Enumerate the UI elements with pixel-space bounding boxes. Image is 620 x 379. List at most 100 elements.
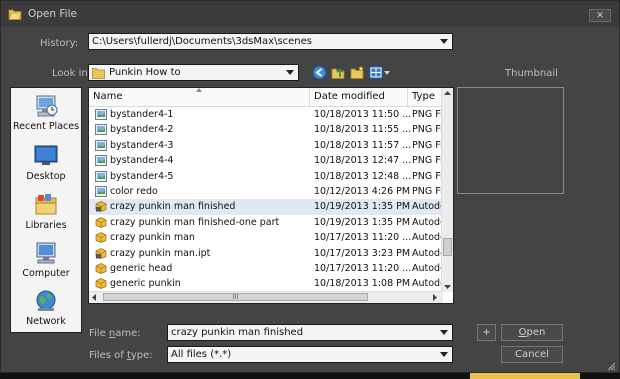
files-of-type-label: Files of type:	[89, 350, 153, 361]
resize-grip-icon[interactable]	[607, 362, 616, 371]
cancel-button[interactable]: Cancel	[501, 346, 563, 363]
file-name: bystander4-2	[110, 124, 174, 136]
file-type: PNG File	[412, 109, 442, 120]
file-name: bystander4-1	[110, 109, 174, 120]
file-name: color redo	[110, 185, 158, 197]
add-button[interactable]: +	[477, 324, 496, 341]
history-value: C:\Users\fullerdj\Documents\3dsMax\scene…	[92, 36, 312, 47]
file-name: crazy punkin man.ipt	[110, 247, 211, 259]
scroll-down-icon[interactable]	[444, 285, 451, 289]
vertical-scrollbar[interactable]	[441, 88, 453, 292]
view-menu-arrow-icon[interactable]	[384, 71, 390, 75]
history-dropdown[interactable]: C:\Users\fullerdj\Documents\3dsMax\scene…	[88, 33, 453, 50]
file-type: PNG File	[412, 170, 442, 182]
plus-icon: +	[482, 327, 491, 338]
place-label: Desktop	[26, 171, 66, 182]
file-list[interactable]: Name Date modified Type bystander4-1 10/1…	[88, 87, 454, 304]
look-in-dropdown[interactable]: Punkin How to	[88, 64, 299, 81]
network-icon	[36, 290, 56, 311]
desktop-icon	[34, 145, 58, 165]
column-type-label: Type	[412, 91, 435, 102]
file-row[interactable]: generic punkin 10/18/2013 1:08 PMAutodesk	[89, 276, 443, 291]
file-name: bystander4-3	[110, 139, 174, 151]
place-label: Network	[26, 316, 66, 327]
files-of-type-dropdown[interactable]: All files (*.*)	[167, 346, 453, 363]
file-row[interactable]: bystander4-1 10/18/2013 11:50 ...PNG File	[89, 107, 443, 122]
file-type: Autodesk	[412, 247, 442, 259]
file-name-input[interactable]: crazy punkin man finished	[167, 324, 453, 341]
file-type: Autodesk	[412, 201, 442, 213]
sort-ascending-icon	[196, 88, 202, 92]
place-desktop[interactable]: Desktop	[11, 143, 81, 182]
new-folder-icon[interactable]	[350, 65, 365, 80]
max-file-icon	[95, 201, 107, 213]
max-file-icon	[95, 247, 107, 259]
file-row[interactable]: bystander4-3 10/18/2013 11:57 ...PNG File	[89, 138, 443, 153]
chevron-down-icon	[286, 70, 294, 75]
close-button[interactable]: ✕	[589, 9, 611, 22]
look-in-value: Punkin How to	[109, 67, 181, 78]
place-label: Libraries	[25, 220, 67, 231]
file-date: 10/18/2013 11:55 ...	[314, 124, 412, 136]
vertical-scroll-thumb[interactable]	[443, 238, 452, 256]
file-date: 10/18/2013 11:57 ...	[314, 139, 412, 151]
open-button[interactable]: Open	[501, 324, 563, 341]
look-in-label: Look in:	[52, 68, 92, 79]
scroll-up-icon[interactable]	[444, 91, 451, 95]
file-row[interactable]: bystander4-4 10/18/2013 12:47 ...PNG File	[89, 153, 443, 168]
file-date: 10/19/2013 1:35 PM	[314, 201, 411, 213]
column-header-date[interactable]: Date modified	[310, 88, 408, 106]
file-name: bystander4-4	[110, 155, 174, 167]
file-name: generic head	[110, 262, 173, 274]
taskbar-item[interactable]	[470, 373, 580, 379]
place-recent-places[interactable]: Recent Places	[11, 93, 81, 132]
png-file-icon	[95, 185, 107, 197]
scroll-right-icon[interactable]	[433, 294, 437, 301]
file-row[interactable]: crazy punkin man finished-one part 10/19/…	[89, 215, 443, 230]
file-row[interactable]: crazy punkin man finished 10/19/2013 1:35…	[89, 199, 443, 215]
place-network[interactable]: Network	[11, 288, 81, 327]
file-type: Autodesk	[412, 232, 442, 244]
file-row[interactable]: crazy punkin man.ipt 10/17/2013 3:23 PM Au…	[89, 246, 443, 261]
window-title: Open File	[28, 8, 77, 20]
file-date: 10/18/2013 12:47 ...	[314, 155, 412, 167]
place-label: Computer	[22, 268, 70, 279]
place-libraries[interactable]: Libraries	[11, 192, 81, 231]
folder-icon	[92, 68, 105, 79]
view-menu-icon[interactable]	[369, 65, 384, 80]
horizontal-scroll-thumb[interactable]: III	[103, 293, 368, 301]
file-row[interactable]: bystander4-2 10/18/2013 11:55 ...PNG File	[89, 122, 443, 137]
column-header-type[interactable]: Type	[408, 88, 443, 106]
recent-places-icon	[36, 95, 58, 117]
png-file-icon	[95, 124, 107, 136]
file-row[interactable]: color redo 10/12/2013 4:26 PMPNG File	[89, 184, 443, 199]
file-name: crazy punkin man finished	[110, 201, 236, 213]
file-date: 10/19/2013 1:35 PM	[314, 216, 411, 228]
file-date: 10/18/2013 11:50 ...	[314, 109, 412, 120]
horizontal-scrollbar[interactable]: III	[89, 291, 443, 303]
file-type: Autodesk	[412, 262, 442, 274]
scroll-left-icon[interactable]	[92, 294, 96, 301]
file-row[interactable]: bystander4-5 10/18/2013 12:48 ...PNG File	[89, 169, 443, 184]
max-file-icon	[95, 263, 107, 274]
column-name-label: Name	[93, 91, 123, 102]
up-folder-icon[interactable]	[331, 65, 346, 80]
back-icon[interactable]	[312, 65, 327, 80]
max-file-icon	[95, 278, 107, 290]
png-file-icon	[95, 139, 107, 151]
png-file-icon	[95, 170, 107, 182]
png-file-icon	[95, 155, 107, 167]
file-name: crazy punkin man finished-one part	[110, 216, 280, 228]
open-file-icon	[8, 9, 22, 20]
png-file-icon	[95, 109, 107, 120]
scroll-grip: III	[232, 293, 239, 301]
file-row[interactable]: generic head 10/17/2013 11:20 ...Autodesk	[89, 261, 443, 276]
file-name-value: crazy punkin man finished	[171, 327, 304, 338]
file-type: PNG File	[412, 139, 442, 151]
open-label: pen	[526, 327, 546, 338]
cancel-label: Cancel	[515, 349, 549, 360]
file-row[interactable]: crazy punkin man 10/17/2013 11:20 ... Auto…	[89, 230, 443, 245]
open-label-key: O	[518, 327, 527, 338]
file-type: PNG File	[412, 124, 442, 136]
place-computer[interactable]: Computer	[11, 240, 81, 279]
